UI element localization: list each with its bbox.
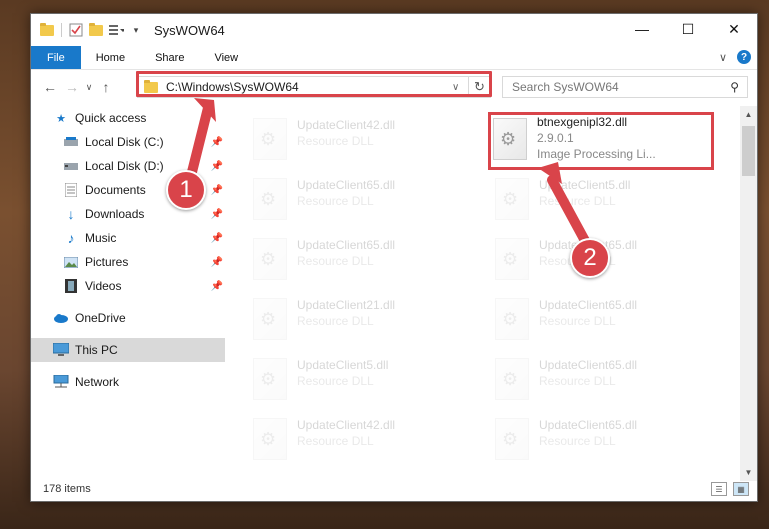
file-item[interactable]: UpdateClient65.dllResource DLL [487,414,717,466]
sidebar-item-local-disk-c[interactable]: Local Disk (C:) 📌 [31,130,225,154]
tab-home[interactable]: Home [81,46,140,69]
dll-file-icon [253,358,287,400]
pin-icon[interactable]: 📌 [211,137,223,148]
pin-icon[interactable]: 📌 [211,257,223,268]
file-item[interactable]: UpdateClient65.dllResource DLL [245,234,475,286]
dll-file-icon [253,418,287,460]
pin-icon[interactable]: 📌 [211,185,223,196]
folder-icon[interactable] [39,22,55,38]
computer-icon [53,342,69,358]
maximize-button[interactable]: ☐ [665,14,711,44]
chevron-down-icon[interactable]: ▾ [128,22,144,38]
window-title: SysWOW64 [154,22,225,38]
pictures-icon [63,254,79,270]
pin-icon[interactable]: 📌 [211,209,223,220]
close-button[interactable]: ✕ [711,14,757,44]
tab-share[interactable]: Share [140,46,199,69]
sidebar-item-videos[interactable]: Videos 📌 [31,274,225,298]
expand-ribbon-icon[interactable]: ∨ [719,51,727,64]
annotation-highlight-file [488,112,714,170]
sidebar-item-pictures[interactable]: Pictures 📌 [31,250,225,274]
forward-arrow-icon[interactable]: → [61,76,83,98]
sidebar-item-this-pc[interactable]: This PC [31,338,225,362]
dll-file-icon [253,238,287,280]
dll-file-icon [495,418,529,460]
file-item[interactable]: UpdateClient5.dllResource DLL [487,174,717,226]
recent-locations-icon[interactable]: ∨ [83,76,95,98]
pin-icon[interactable]: 📌 [211,161,223,172]
dll-file-icon [495,358,529,400]
annotation-highlight-address [136,71,492,97]
status-bar: 178 items ☰ ▦ [31,477,757,501]
drive-icon [63,134,79,150]
search-icon[interactable]: ⚲ [730,80,739,94]
videos-icon [63,278,79,294]
sidebar-item-music[interactable]: ♪ Music 📌 [31,226,225,250]
item-count: 178 items [43,483,91,495]
dll-file-icon [495,178,529,220]
file-item[interactable]: UpdateClient5.dllResource DLL [245,354,475,406]
navigation-pane: ★ Quick access Local Disk (C:) 📌 Local D… [31,106,225,462]
search-input[interactable]: Search SysWOW64 ⚲ [502,76,748,98]
file-item[interactable]: UpdateClient42.dllResource DLL [245,114,475,166]
vertical-scrollbar[interactable]: ▲ ▼ [740,106,757,481]
dll-file-icon [253,298,287,340]
cloud-icon [53,310,69,326]
explorer-window: ▾ SysWOW64 — ☐ ✕ File Home Share View ∨ … [30,13,758,502]
quick-access-toolbar: ▾ [31,22,144,38]
tab-view[interactable]: View [199,46,253,69]
dll-file-icon [253,178,287,220]
step-badge-2: 2 [570,238,610,278]
pin-icon[interactable]: 📌 [211,233,223,244]
sidebar-item-onedrive[interactable]: OneDrive [31,306,225,330]
network-icon [53,374,69,390]
pin-icon[interactable]: 📌 [211,281,223,292]
music-icon: ♪ [67,230,75,246]
details-view-icon[interactable]: ☰ [711,482,727,496]
minimize-button[interactable]: — [619,14,665,44]
customize-qat-icon[interactable] [108,22,124,38]
tab-file[interactable]: File [31,46,81,69]
drive-icon [63,158,79,174]
star-icon: ★ [56,112,66,125]
search-placeholder: Search SysWOW64 [512,80,619,94]
file-item[interactable]: UpdateClient21.dllResource DLL [245,294,475,346]
download-icon: ↓ [67,206,75,222]
new-folder-icon[interactable] [88,22,104,38]
back-arrow-icon[interactable]: ← [39,76,61,98]
step-badge-1: 1 [166,170,206,210]
file-item[interactable]: UpdateClient65.dllResource DLL [487,354,717,406]
properties-icon[interactable] [68,22,84,38]
up-arrow-icon[interactable]: ↑ [95,76,117,98]
scroll-thumb[interactable] [742,126,755,176]
sidebar-item-network[interactable]: Network [31,370,225,394]
large-icons-view-icon[interactable]: ▦ [733,482,749,496]
dll-file-icon [495,298,529,340]
file-item[interactable]: UpdateClient42.dllResource DLL [245,414,475,466]
file-item[interactable]: UpdateClient65.dllResource DLL [487,294,717,346]
file-item[interactable]: UpdateClient65.dllResource DLL [245,174,475,226]
ribbon-tabs: File Home Share View ∨ ? [31,46,757,70]
help-icon[interactable]: ? [737,50,751,64]
dll-file-icon [495,238,529,280]
documents-icon [63,182,79,198]
title-bar: ▾ SysWOW64 — ☐ ✕ [31,14,757,46]
sidebar-item-quick-access[interactable]: ★ Quick access [31,106,225,130]
dll-file-icon [253,118,287,160]
scroll-up-icon[interactable]: ▲ [740,106,757,123]
